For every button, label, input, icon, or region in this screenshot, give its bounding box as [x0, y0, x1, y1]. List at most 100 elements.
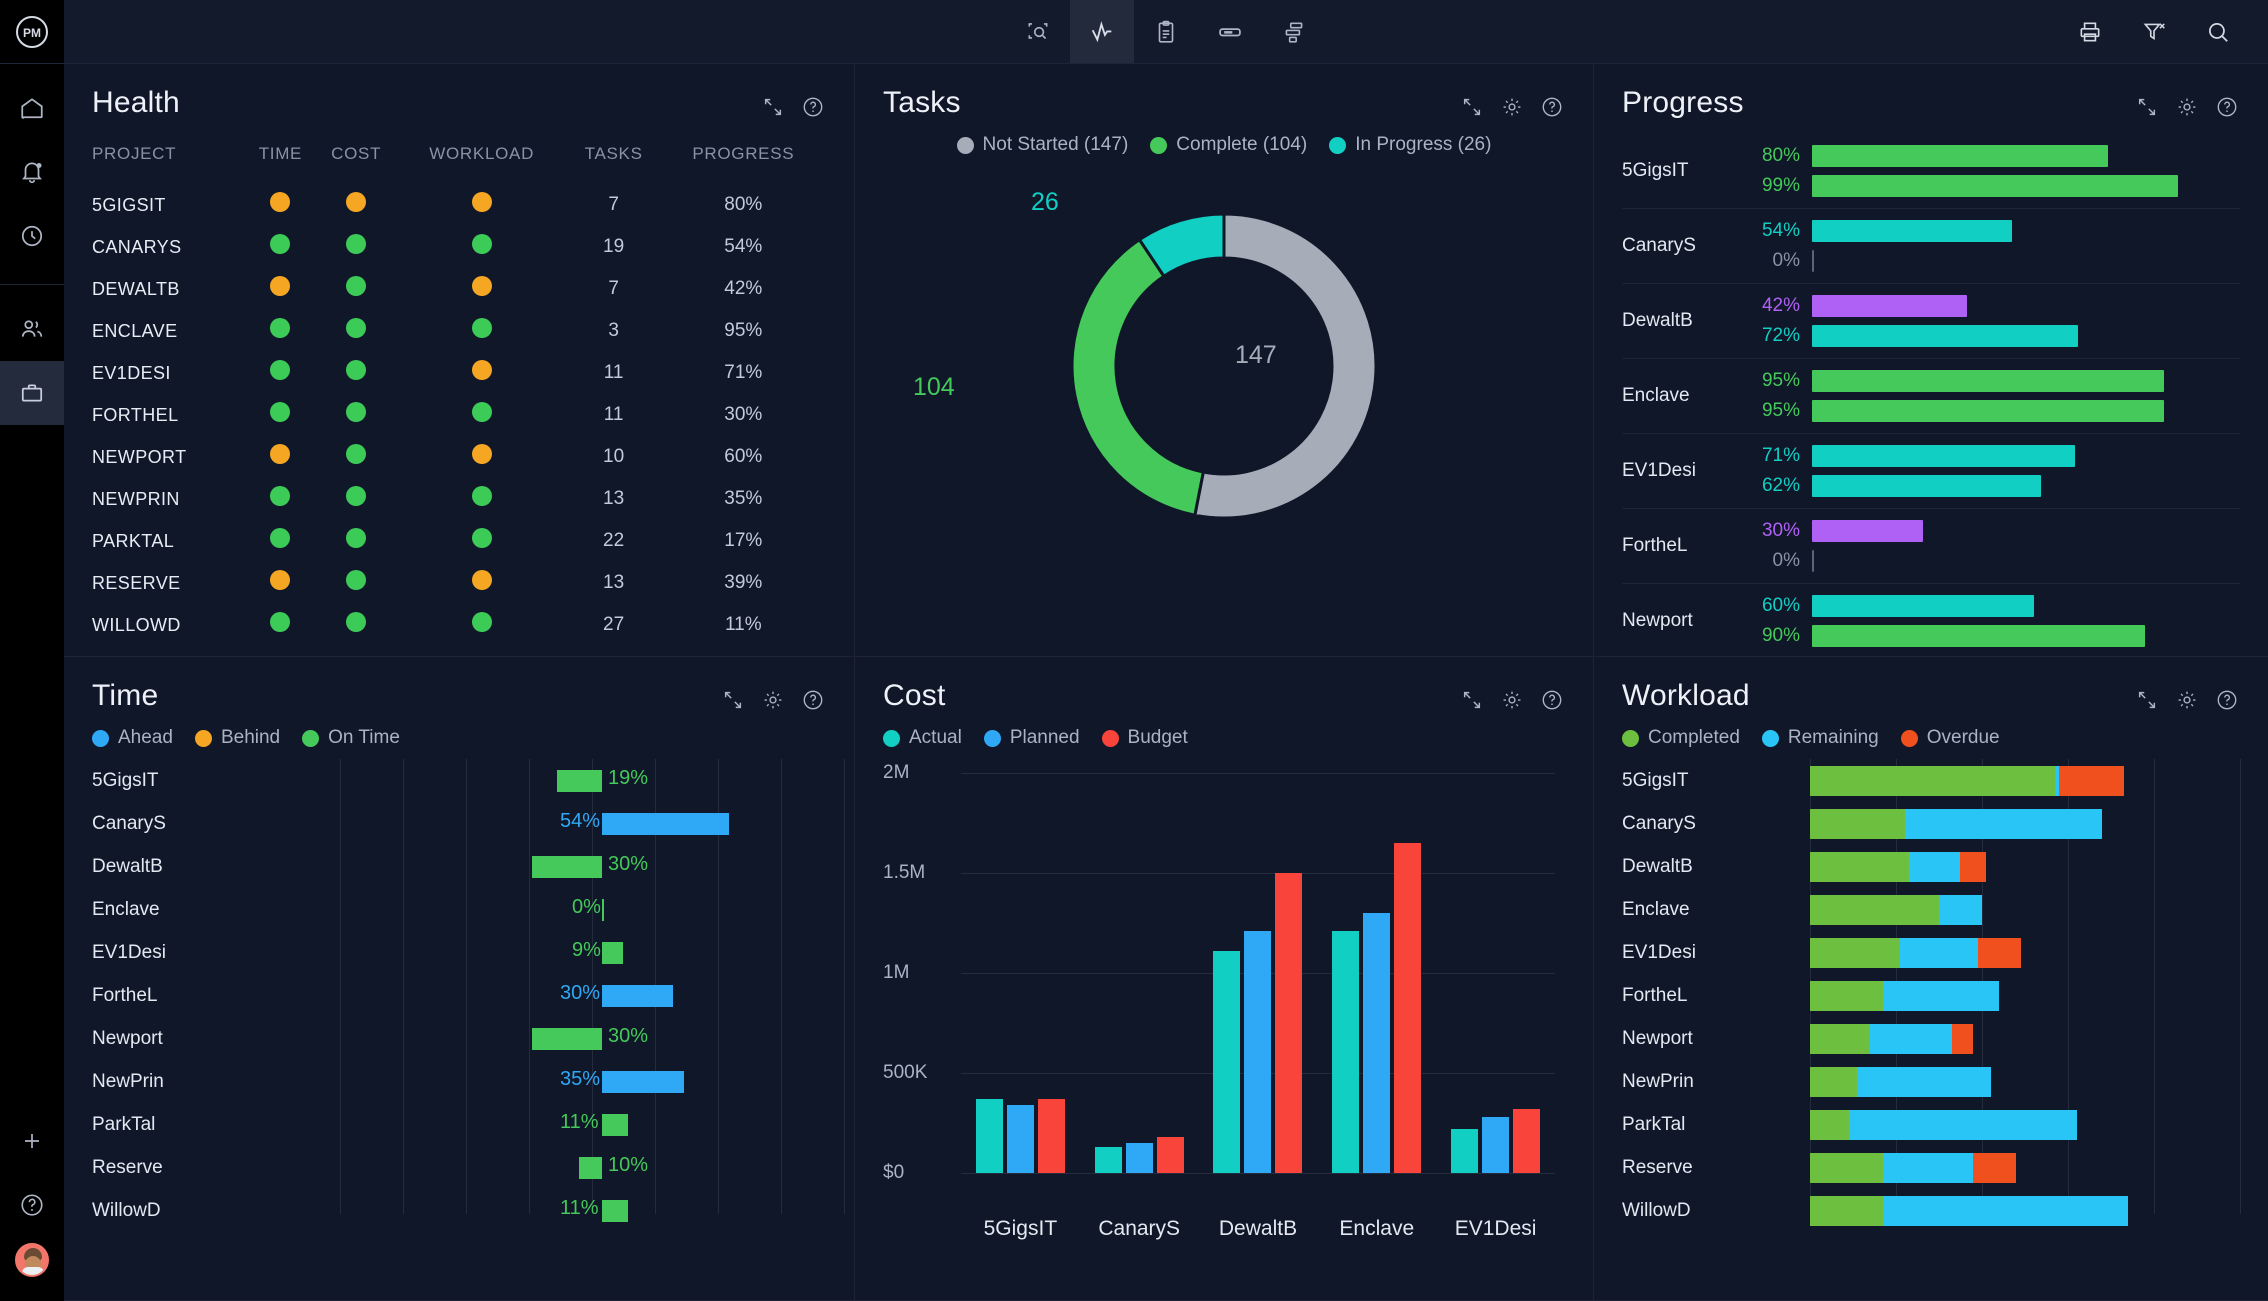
progress-settings-button[interactable]	[2174, 94, 2200, 120]
table-row[interactable]: 5GIGSIT 7 80%	[92, 184, 826, 226]
workload-row[interactable]: Enclave	[1622, 888, 2240, 931]
workload-row[interactable]: DewaltB	[1622, 845, 2240, 888]
cost-bar[interactable]	[1394, 843, 1422, 1173]
cost-bar[interactable]	[1332, 931, 1360, 1173]
time-legend-item[interactable]: On Time	[302, 727, 400, 749]
table-row[interactable]: NEWPRIN 13 35%	[92, 478, 826, 520]
workload-row[interactable]: FortheL	[1622, 974, 2240, 1017]
time-row[interactable]: DewaltB 30%	[92, 845, 826, 888]
cost-help-button[interactable]	[1539, 687, 1565, 713]
progress-row[interactable]: EV1Desi 71% 62%	[1622, 434, 2240, 509]
toolbar-overview-button[interactable]	[1006, 0, 1070, 63]
table-row[interactable]: NEWPORT 10 60%	[92, 436, 826, 478]
cost-legend-item[interactable]: Actual	[883, 727, 962, 749]
time-row[interactable]: NewPrin 35%	[92, 1060, 826, 1103]
sidebar-item-profile[interactable]	[0, 1237, 64, 1301]
table-row[interactable]: ENCLAVE 3 95%	[92, 310, 826, 352]
table-row[interactable]: PARKTAL 22 17%	[92, 520, 826, 562]
table-row[interactable]: FORTHEL 11 30%	[92, 394, 826, 436]
workload-row[interactable]: NewPrin	[1622, 1060, 2240, 1103]
toolbar-gantt-button[interactable]	[1262, 0, 1326, 63]
table-row[interactable]: EV1DESI 11 71%	[92, 352, 826, 394]
sidebar-item-projects[interactable]	[0, 361, 64, 425]
cost-legend-item[interactable]: Budget	[1101, 727, 1188, 749]
tasks-settings-button[interactable]	[1499, 94, 1525, 120]
cost-bar[interactable]	[1006, 1105, 1034, 1173]
workload-row[interactable]: CanaryS	[1622, 802, 2240, 845]
sidebar-item-add[interactable]	[0, 1109, 64, 1173]
progress-expand-button[interactable]	[2134, 94, 2160, 120]
table-row[interactable]: CANARYS 19 54%	[92, 226, 826, 268]
tasks-legend-item[interactable]: Not Started (147)	[956, 134, 1128, 156]
time-row[interactable]: Reserve 10%	[92, 1146, 826, 1189]
sidebar-item-recent[interactable]	[0, 204, 64, 268]
workload-row[interactable]: Reserve	[1622, 1146, 2240, 1189]
workload-legend-item[interactable]: Overdue	[1900, 727, 2000, 749]
time-row[interactable]: Enclave 0%	[92, 888, 826, 931]
cost-bar[interactable]	[1094, 1147, 1122, 1173]
cost-bar[interactable]	[1275, 873, 1303, 1173]
cost-legend-item[interactable]: Planned	[983, 727, 1080, 749]
workload-help-button[interactable]	[2214, 687, 2240, 713]
time-help-button[interactable]	[800, 687, 826, 713]
cost-bar[interactable]	[1513, 1109, 1541, 1173]
donut-slice[interactable]	[1070, 237, 1206, 517]
search-button[interactable]	[2186, 0, 2250, 64]
health-expand-button[interactable]	[760, 94, 786, 120]
tasks-legend-item[interactable]: Complete (104)	[1150, 134, 1307, 156]
toolbar-reports-button[interactable]	[1134, 0, 1198, 63]
time-expand-button[interactable]	[720, 687, 746, 713]
progress-row[interactable]: FortheL 30% 0%	[1622, 509, 2240, 584]
toolbar-timeline-button[interactable]	[1198, 0, 1262, 63]
progress-row[interactable]: 5GigsIT 80% 99%	[1622, 134, 2240, 209]
time-legend-item[interactable]: Ahead	[92, 727, 173, 749]
cost-bar[interactable]	[1363, 913, 1391, 1173]
time-row[interactable]: CanaryS 54%	[92, 802, 826, 845]
donut-slice[interactable]	[1193, 212, 1378, 520]
time-legend-item[interactable]: Behind	[194, 727, 280, 749]
sidebar-item-notifications[interactable]	[0, 140, 64, 204]
progress-row[interactable]: DewaltB 42% 72%	[1622, 284, 2240, 359]
time-row[interactable]: Newport 30%	[92, 1017, 826, 1060]
app-logo[interactable]: PM	[0, 0, 64, 64]
clear-filter-button[interactable]	[2122, 0, 2186, 64]
toolbar-dashboard-button[interactable]	[1070, 0, 1134, 63]
sidebar-item-team[interactable]	[0, 297, 64, 361]
cost-expand-button[interactable]	[1459, 687, 1485, 713]
cost-bar[interactable]	[1213, 951, 1241, 1173]
workload-row[interactable]: WillowD	[1622, 1189, 2240, 1232]
time-row[interactable]: EV1Desi 9%	[92, 931, 826, 974]
table-row[interactable]: RESERVE 13 39%	[92, 562, 826, 604]
cost-bar[interactable]	[1125, 1143, 1153, 1173]
tasks-expand-button[interactable]	[1459, 94, 1485, 120]
cost-settings-button[interactable]	[1499, 687, 1525, 713]
workload-row[interactable]: 5GigsIT	[1622, 759, 2240, 802]
workload-expand-button[interactable]	[2134, 687, 2160, 713]
time-row[interactable]: 5GigsIT 19%	[92, 759, 826, 802]
progress-row[interactable]: CanaryS 54% 0%	[1622, 209, 2240, 284]
table-row[interactable]: DEWALTB 7 42%	[92, 268, 826, 310]
workload-settings-button[interactable]	[2174, 687, 2200, 713]
cost-bar[interactable]	[1244, 931, 1272, 1173]
tasks-help-button[interactable]	[1539, 94, 1565, 120]
cost-bar[interactable]	[1482, 1117, 1510, 1173]
time-row[interactable]: FortheL 30%	[92, 974, 826, 1017]
cost-bar[interactable]	[1037, 1099, 1065, 1173]
time-row[interactable]: WillowD 11%	[92, 1189, 826, 1232]
workload-legend-item[interactable]: Remaining	[1761, 727, 1879, 749]
workload-legend-item[interactable]: Completed	[1622, 727, 1740, 749]
cost-bar[interactable]	[1156, 1137, 1184, 1173]
sidebar-item-help[interactable]	[0, 1173, 64, 1237]
workload-row[interactable]: Newport	[1622, 1017, 2240, 1060]
progress-row[interactable]: Enclave 95% 95%	[1622, 359, 2240, 434]
print-button[interactable]	[2058, 0, 2122, 64]
tasks-legend-item[interactable]: In Progress (26)	[1329, 134, 1491, 156]
table-row[interactable]: WILLOWD 27 11%	[92, 604, 826, 646]
cost-bar[interactable]	[1451, 1129, 1479, 1173]
progress-help-button[interactable]	[2214, 94, 2240, 120]
time-row[interactable]: ParkTal 11%	[92, 1103, 826, 1146]
cost-bar[interactable]	[975, 1099, 1003, 1173]
workload-row[interactable]: ParkTal	[1622, 1103, 2240, 1146]
health-help-button[interactable]	[800, 94, 826, 120]
sidebar-item-home[interactable]	[0, 76, 64, 140]
